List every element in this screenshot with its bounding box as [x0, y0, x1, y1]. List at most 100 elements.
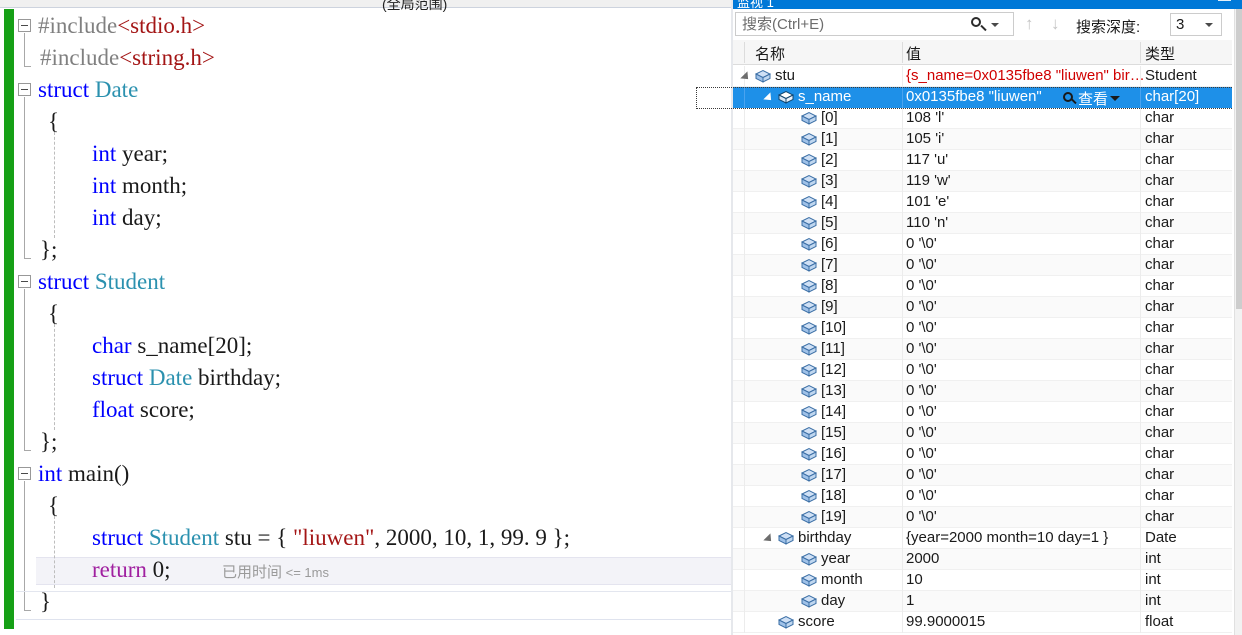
watch-row[interactable]: s_name 0x0135fbe8 "liuwen" char[20] 查看 — [733, 87, 1234, 108]
row-value-cell[interactable]: 0 '\0' — [906, 277, 937, 294]
row-value-cell[interactable]: 0 '\0' — [906, 487, 937, 504]
row-name-cell[interactable]: s_name — [798, 88, 851, 105]
row-value-cell[interactable]: {year=2000 month=10 day=1 } — [906, 529, 1108, 546]
code-line[interactable]: int day; — [92, 202, 162, 234]
column-header-value[interactable]: 值 — [906, 43, 921, 64]
code-fold-toggle[interactable] — [18, 275, 31, 288]
row-name-cell[interactable]: [8] — [821, 277, 838, 294]
row-name-cell[interactable]: year — [821, 550, 850, 567]
row-value-cell[interactable]: 1 — [906, 592, 914, 609]
code-line[interactable]: #include<stdio.h> — [38, 10, 205, 42]
row-name-cell[interactable]: [7] — [821, 256, 838, 273]
chevron-down-icon[interactable] — [1205, 23, 1213, 27]
watch-row[interactable]: [17] 0 '\0' char — [733, 465, 1234, 486]
code-line[interactable]: }; — [40, 426, 57, 458]
row-value-cell[interactable]: 108 'l' — [906, 109, 944, 126]
watch-row[interactable]: [7] 0 '\0' char — [733, 255, 1234, 276]
minimize-button[interactable]: — — [1218, 0, 1232, 6]
column-divider[interactable] — [902, 42, 903, 63]
watch-panel[interactable]: 监视 1 — 搜索(Ctrl+E) ↑ ↓ 搜索深度: 3 名称 — [733, 0, 1242, 635]
row-name-cell[interactable]: [4] — [821, 193, 838, 210]
code-line[interactable]: #include<string.h> — [40, 42, 215, 74]
watch-row[interactable]: [6] 0 '\0' char — [733, 234, 1234, 255]
watch-row[interactable]: [12] 0 '\0' char — [733, 360, 1234, 381]
row-value-cell[interactable]: 0 '\0' — [906, 235, 937, 252]
row-value-cell[interactable]: 0 '\0' — [906, 319, 937, 336]
code-line[interactable]: int month; — [92, 170, 187, 202]
row-expander-icon[interactable] — [763, 92, 775, 104]
search-icon-button[interactable] — [969, 15, 1009, 34]
code-line[interactable]: char s_name[20]; — [92, 330, 252, 362]
text-visualizer-button[interactable]: 查看 — [1063, 88, 1121, 108]
watch-row[interactable]: [19] 0 '\0' char — [733, 507, 1234, 528]
row-value-cell[interactable]: 101 'e' — [906, 193, 949, 210]
row-name-cell[interactable]: [16] — [821, 445, 846, 462]
code-line[interactable]: float score; — [92, 394, 195, 426]
search-depth-stepper[interactable]: 3 — [1170, 13, 1222, 36]
column-divider[interactable] — [1140, 42, 1141, 63]
column-header-type[interactable]: 类型 — [1145, 43, 1175, 64]
code-line[interactable]: }; — [40, 234, 57, 266]
row-value-cell[interactable]: 105 'i' — [906, 130, 944, 147]
row-value-cell[interactable]: 110 'n' — [906, 214, 948, 231]
watch-row[interactable]: [4] 101 'e' char — [733, 192, 1234, 213]
row-name-cell[interactable]: [10] — [821, 319, 846, 336]
row-name-cell[interactable]: stu — [775, 67, 795, 84]
code-line[interactable]: return 0; — [92, 554, 171, 586]
watch-row[interactable]: day 1 int — [733, 591, 1234, 612]
watch-toolbar[interactable]: 搜索(Ctrl+E) ↑ ↓ 搜索深度: 3 — [733, 9, 1242, 39]
row-name-cell[interactable]: [18] — [821, 487, 846, 504]
watch-row[interactable]: [8] 0 '\0' char — [733, 276, 1234, 297]
row-name-cell[interactable]: score — [798, 613, 835, 630]
row-name-cell[interactable]: [15] — [821, 424, 846, 441]
watch-row[interactable]: score 99.9000015 float — [733, 612, 1234, 633]
column-header-name[interactable]: 名称 — [755, 43, 785, 64]
row-value-cell[interactable]: 0 '\0' — [906, 466, 937, 483]
watch-row[interactable]: [0] 108 'l' char — [733, 108, 1234, 129]
watch-row[interactable]: birthday {year=2000 month=10 day=1 } Date — [733, 528, 1234, 549]
watch-rows-container[interactable]: stu {s_name=0x0135fbe8 "liuwen" bir… Stude… — [733, 66, 1242, 635]
watch-row[interactable]: [13] 0 '\0' char — [733, 381, 1234, 402]
row-value-cell[interactable]: 117 'u' — [906, 151, 948, 168]
code-line[interactable]: struct Student stu = { "liuwen", 2000, 1… — [92, 522, 570, 554]
code-line[interactable]: struct Student — [38, 266, 165, 298]
watch-row[interactable]: [1] 105 'i' char — [733, 129, 1234, 150]
row-value-cell[interactable]: 0 '\0' — [906, 340, 937, 357]
code-line[interactable]: int year; — [92, 138, 168, 170]
row-name-cell[interactable]: [5] — [821, 214, 838, 231]
watch-row[interactable]: [18] 0 '\0' char — [733, 486, 1234, 507]
row-value-cell[interactable]: 10 — [906, 571, 923, 588]
row-value-cell[interactable]: 0 '\0' — [906, 508, 937, 525]
row-value-cell[interactable]: 0 '\0' — [906, 256, 937, 273]
find-next-button[interactable]: ↓ — [1051, 15, 1060, 33]
watch-row[interactable]: [2] 117 'u' char — [733, 150, 1234, 171]
code-fold-toggle[interactable] — [18, 83, 31, 96]
code-fold-toggle[interactable] — [18, 19, 31, 32]
row-name-cell[interactable]: [14] — [821, 403, 846, 420]
row-value-cell[interactable]: 0 '\0' — [906, 424, 937, 441]
row-name-cell[interactable]: [1] — [821, 130, 838, 147]
watch-row[interactable]: [11] 0 '\0' char — [733, 339, 1234, 360]
row-name-cell[interactable]: [19] — [821, 508, 846, 525]
vertical-scrollbar[interactable] — [1234, 9, 1242, 635]
row-value-cell[interactable]: 0 '\0' — [906, 382, 937, 399]
code-editor-pane[interactable]: (全局范围) #include<stdio.h> #include<string.… — [0, 0, 733, 635]
row-name-cell[interactable]: month — [821, 571, 863, 588]
row-value-cell[interactable]: 0 '\0' — [906, 298, 937, 315]
row-value-cell[interactable]: 99.9000015 — [906, 613, 985, 630]
search-input[interactable]: 搜索(Ctrl+E) — [735, 12, 1014, 36]
row-name-cell[interactable]: [2] — [821, 151, 838, 168]
row-name-cell[interactable]: [11] — [821, 340, 845, 357]
row-name-cell[interactable]: [12] — [821, 361, 846, 378]
row-name-cell[interactable]: birthday — [798, 529, 851, 546]
row-value-cell[interactable]: 0 '\0' — [906, 445, 937, 462]
watch-row[interactable]: month 10 int — [733, 570, 1234, 591]
row-name-cell[interactable]: [13] — [821, 382, 846, 399]
row-name-cell[interactable]: [0] — [821, 109, 838, 126]
row-name-cell[interactable]: [9] — [821, 298, 838, 315]
row-expander-icon[interactable] — [740, 71, 752, 83]
row-value-cell[interactable]: 2000 — [906, 550, 939, 567]
watch-row[interactable]: stu {s_name=0x0135fbe8 "liuwen" bir… Stude… — [733, 66, 1234, 87]
watch-row[interactable]: [3] 119 'w' char — [733, 171, 1234, 192]
code-line[interactable]: struct Date — [38, 74, 138, 106]
